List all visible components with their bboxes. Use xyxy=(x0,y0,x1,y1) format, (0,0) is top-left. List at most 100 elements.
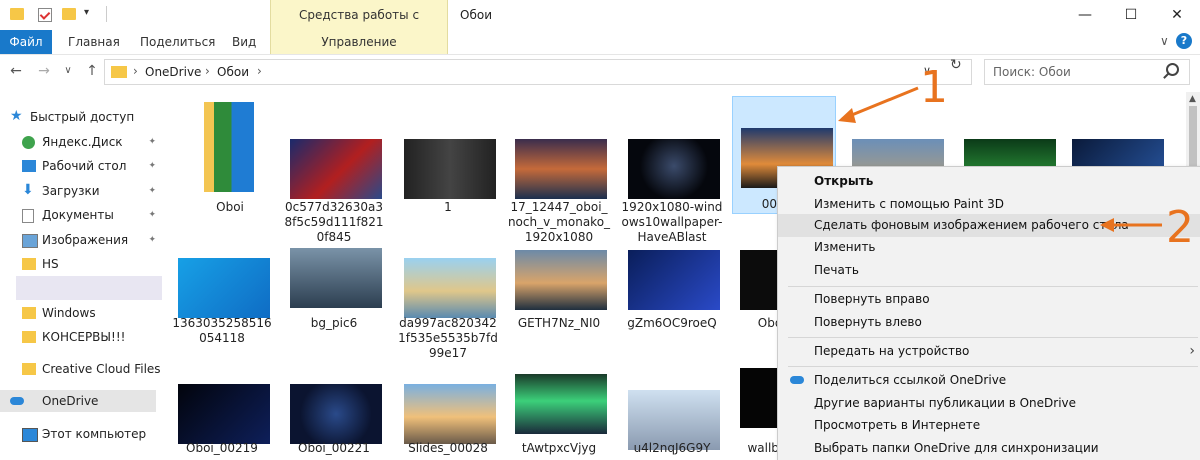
nav-documents[interactable]: Документы ✦ xyxy=(16,204,162,226)
menu-item-cast-to-device[interactable]: Передать на устройство › xyxy=(778,340,1200,363)
minimize-button[interactable]: — xyxy=(1062,0,1108,30)
close-button[interactable]: ✕ xyxy=(1154,0,1200,30)
file-item[interactable]: 1920x1080-windows10wallpaper-HaveABlast xyxy=(620,96,724,246)
picture-tools-header: Средства работы с рисунками xyxy=(270,0,448,52)
menu-item-set-desktop-background[interactable]: Сделать фоновым изображением рабочего ст… xyxy=(778,214,1200,237)
address-bar[interactable]: › OneDrive › Обои › ∨ xyxy=(104,59,972,85)
menu-item-label: Передать на устройство xyxy=(814,344,970,358)
file-item[interactable]: 1363035258516054118 xyxy=(170,252,274,362)
folder-icon xyxy=(204,102,254,192)
ribbon-expand-icon[interactable]: ∨ xyxy=(1160,34,1169,48)
image-thumbnail xyxy=(740,250,780,310)
nav-onedrive[interactable]: OneDrive xyxy=(0,390,156,412)
folder-icon[interactable] xyxy=(10,8,24,20)
pin-icon: ✦ xyxy=(148,161,156,171)
onedrive-cloud-icon xyxy=(10,397,24,405)
nav-label: Рабочий стол xyxy=(42,159,127,173)
image-thumbnail xyxy=(628,139,720,199)
menu-item-share-onedrive-link[interactable]: Поделиться ссылкой OneDrive xyxy=(778,369,1200,392)
menu-item-print[interactable]: Печать xyxy=(778,259,1200,282)
file-item[interactable] xyxy=(956,96,1060,199)
nav-konservy[interactable]: КОНСЕРВЫ!!! xyxy=(16,326,162,348)
file-item[interactable]: da997ac8203421f535e5535b7fd99e17 xyxy=(396,252,500,362)
menu-item-rotate-left[interactable]: Повернуть влево xyxy=(778,311,1200,334)
tab-view[interactable]: Вид xyxy=(232,30,256,54)
tab-home[interactable]: Главная xyxy=(68,30,120,54)
image-thumbnail xyxy=(290,384,382,444)
file-name: 1920x1080-windows10wallpaper-HaveABlast xyxy=(621,200,723,244)
tab-file[interactable]: Файл xyxy=(0,30,52,54)
nav-hs[interactable]: HS xyxy=(16,253,162,275)
new-folder-icon[interactable] xyxy=(62,8,76,20)
forward-button[interactable]: → xyxy=(34,63,54,79)
navigation-pane: ★ Быстрый доступ Яндекс.Диск ✦ Рабочий с… xyxy=(0,96,164,459)
nav-label: Creative Cloud Files xyxy=(42,362,161,376)
file-item[interactable]: Oboi_00219 xyxy=(170,378,274,458)
nav-pictures[interactable]: Изображения ✦ xyxy=(16,229,162,251)
breadcrumb-onedrive[interactable]: OneDrive xyxy=(145,65,201,79)
nav-desktop[interactable]: Рабочий стол ✦ xyxy=(16,155,162,177)
pin-icon: ✦ xyxy=(148,210,156,220)
nav-yandex-disk[interactable]: Яндекс.Диск ✦ xyxy=(16,131,162,153)
maximize-button[interactable]: ☐ xyxy=(1108,0,1154,30)
menu-item-rotate-right[interactable]: Повернуть вправо xyxy=(778,288,1200,311)
folder-icon xyxy=(111,66,127,78)
menu-item-label: Повернуть влево xyxy=(814,315,922,329)
file-item[interactable]: gZm6OC9roeQ xyxy=(620,246,724,356)
file-item[interactable]: Slides_00028 xyxy=(396,378,500,458)
qat-customize-icon[interactable]: ▾ xyxy=(84,7,89,18)
breadcrumb-separator: › xyxy=(133,64,138,78)
menu-item-open[interactable]: Открыть xyxy=(778,170,1200,193)
file-item[interactable]: 0c577d32630a38f5c59d111f8210f845 xyxy=(282,96,386,246)
menu-item-choose-onedrive-folders[interactable]: Выбрать папки OneDrive для синхронизации xyxy=(778,437,1200,460)
menu-item-label: Просмотреть в Интернете xyxy=(814,418,981,432)
menu-item-edit-paint3d[interactable]: Изменить с помощью Paint 3D xyxy=(778,193,1200,216)
ribbon-tabs: Файл Главная Поделиться Вид Управление ∨… xyxy=(0,30,1200,55)
nav-this-pc[interactable]: Этот компьютер xyxy=(16,423,162,445)
file-item[interactable]: Oboi xyxy=(178,96,282,216)
computer-icon xyxy=(22,428,38,442)
menu-item-label: Изменить с помощью Paint 3D xyxy=(814,197,1004,211)
nav-selected-blank[interactable] xyxy=(16,276,162,300)
tab-share[interactable]: Поделиться xyxy=(140,30,215,54)
nav-quick-access[interactable]: ★ Быстрый доступ xyxy=(4,106,150,128)
file-name: GETH7Nz_NI0 xyxy=(517,316,601,330)
scroll-up-icon[interactable]: ▲ xyxy=(1189,94,1196,104)
file-item[interactable]: u4l2nqJ6G9Y xyxy=(620,378,724,458)
image-thumbnail xyxy=(740,368,780,428)
properties-check-icon[interactable] xyxy=(38,8,52,22)
file-item[interactable]: 1 xyxy=(396,96,500,216)
search-input[interactable]: Поиск: Обои xyxy=(984,59,1190,85)
refresh-button[interactable]: ↻ xyxy=(950,57,962,73)
breadcrumb-separator: › xyxy=(205,64,210,78)
menu-item-label: Поделиться ссылкой OneDrive xyxy=(814,373,1007,387)
tab-manage[interactable]: Управление xyxy=(270,30,448,54)
file-item[interactable] xyxy=(1064,96,1168,199)
nav-creative-cloud[interactable]: Creative Cloud Files xyxy=(16,358,162,380)
menu-item-more-onedrive-sharing[interactable]: Другие варианты публикации в OneDrive xyxy=(778,392,1200,415)
file-item[interactable]: tAwtpxcVjyg xyxy=(507,372,611,455)
nav-downloads[interactable]: ⬇ Загрузки ✦ xyxy=(16,180,162,202)
image-thumbnail xyxy=(404,139,496,199)
file-item[interactable]: bg_pic6 xyxy=(282,246,386,356)
file-name: Oboi_00221 xyxy=(298,441,370,455)
file-item[interactable]: GETH7Nz_NI0 xyxy=(507,246,611,356)
nav-label: Яндекс.Диск xyxy=(42,135,123,149)
breadcrumb-oboi[interactable]: Обои xyxy=(217,65,249,79)
help-icon[interactable]: ? xyxy=(1176,33,1192,49)
yandex-disk-icon xyxy=(22,136,35,149)
file-item[interactable]: 17_12447_oboi_noch_v_monako_1920x1080 xyxy=(507,96,611,246)
onedrive-cloud-icon xyxy=(790,376,804,384)
file-item[interactable]: Oboi_00221 xyxy=(282,378,386,458)
menu-item-view-online[interactable]: Просмотреть в Интернете xyxy=(778,414,1200,437)
up-button[interactable]: ↑ xyxy=(82,63,102,79)
menu-item-edit[interactable]: Изменить xyxy=(778,236,1200,259)
recent-locations-button[interactable]: ∨ xyxy=(58,65,78,76)
nav-windows[interactable]: Windows xyxy=(16,302,162,324)
file-name: Oboi xyxy=(216,200,244,214)
back-button[interactable]: ← xyxy=(6,63,26,79)
nav-label: Windows xyxy=(42,306,96,320)
file-name: da997ac8203421f535e5535b7fd99e17 xyxy=(398,316,498,360)
image-thumbnail xyxy=(515,139,607,199)
synced-folder-icon xyxy=(22,331,36,343)
